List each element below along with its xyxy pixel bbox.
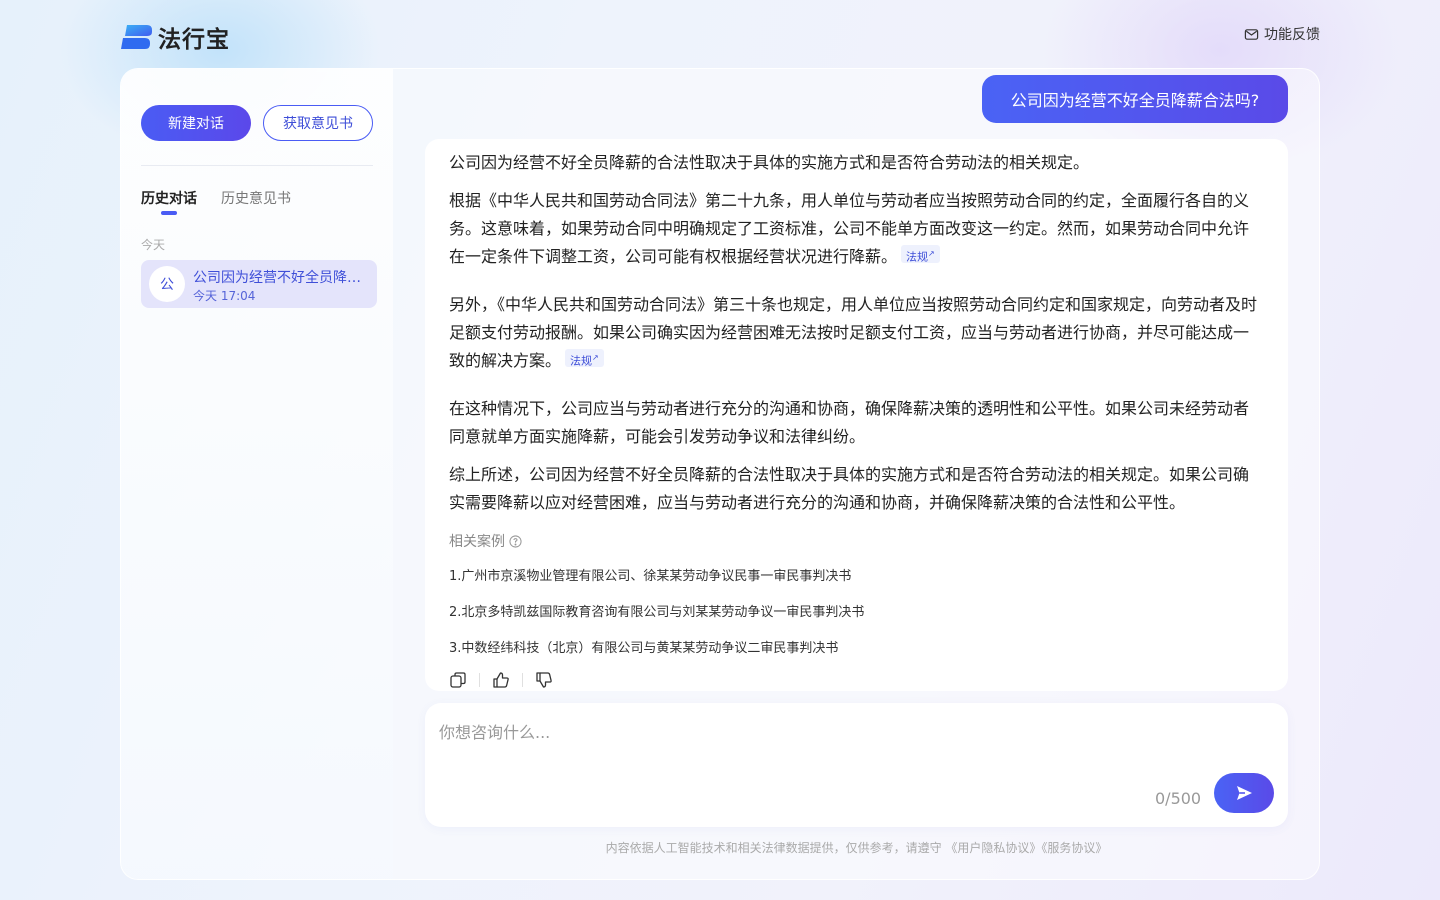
logo-icon [121, 25, 152, 49]
answer-paragraph: 综上所述，公司因为经营不好全员降薪的合法性取决于具体的实施方式和是否符合劳动法的… [449, 465, 1250, 512]
message-input-box: 0/500 [425, 703, 1288, 827]
law-reference-tag[interactable]: 法规↗ [901, 245, 940, 264]
answer-text: 根据《中华人民共和国劳动合同法》第二十九条，用人单位与劳动者应当按照劳动合同的约… [449, 191, 1250, 266]
feedback-label: 功能反馈 [1264, 27, 1320, 43]
get-opinion-button[interactable]: 获取意见书 [263, 105, 373, 141]
mail-icon [1244, 28, 1259, 40]
main-panel: 新建对话 获取意见书 历史对话 历史意见书 今天 公 公司因为经营不好全员降薪合… [120, 68, 1320, 880]
external-link-icon: ↗ [928, 249, 935, 259]
tab-history-chats[interactable]: 历史对话 [141, 188, 197, 208]
answer-actions [449, 671, 553, 689]
thumbs-down-icon[interactable] [535, 671, 553, 689]
history-item-title: 公司因为经营不好全员降薪合法吗? [193, 270, 369, 286]
feedback-button[interactable]: 功能反馈 [1244, 24, 1320, 44]
disclaimer-text: 内容依据人工智能技术和相关法律数据提供，仅供参考，请遵守 [605, 841, 942, 855]
assistant-answer: 公司因为经营不好全员降薪的合法性取决于具体的实施方式和是否符合劳动法的相关规定。… [425, 139, 1288, 691]
answer-paragraph: 公司因为经营不好全员降薪的合法性取决于具体的实施方式和是否符合劳动法的相关规定。 [449, 153, 1090, 172]
case-link[interactable]: 3.中数经纬科技（北京）有限公司与黄某某劳动争议二审民事判决书 [449, 637, 838, 656]
brand-name: 法行宝 [158, 27, 230, 53]
divider [522, 673, 523, 687]
copy-icon[interactable] [449, 671, 467, 689]
history-item-time: 今天 17:04 [193, 289, 256, 303]
brand-logo[interactable]: 法行宝 [121, 20, 230, 54]
answer-paragraph: 根据《中华人民共和国劳动合同法》第二十九条，用人单位与劳动者应当按照劳动合同的约… [449, 187, 1264, 271]
divider [479, 673, 480, 687]
privacy-policy-link[interactable]: 《用户隐私协议》 [945, 841, 1041, 855]
user-message: 公司因为经营不好全员降薪合法吗? [982, 75, 1288, 123]
answer-paragraph: 另外，《中华人民共和国劳动合同法》第三十条也规定，用人单位应当按照劳动合同约定和… [449, 291, 1264, 375]
disclaimer: 内容依据人工智能技术和相关法律数据提供，仅供参考，请遵守 《用户隐私协议》《服务… [425, 839, 1288, 856]
law-reference-tag[interactable]: 法规↗ [565, 349, 604, 368]
char-counter: 0/500 [1155, 789, 1202, 808]
law-tag-label: 法规 [906, 251, 929, 264]
new-chat-button[interactable]: 新建对话 [141, 105, 251, 141]
related-cases-title: 相关案例 [449, 534, 505, 550]
law-tag-label: 法规 [570, 355, 593, 368]
sidebar: 新建对话 获取意见书 历史对话 历史意见书 今天 公 公司因为经营不好全员降薪合… [121, 69, 393, 879]
tab-history-opinions[interactable]: 历史意见书 [221, 188, 291, 208]
case-link[interactable]: 2.北京多特凯兹国际教育咨询有限公司与刘某某劳动争议一审民事判决书 [449, 601, 864, 620]
send-icon [1237, 786, 1252, 800]
case-link[interactable]: 1.广州市京溪物业管理有限公司、徐某某劳动争议民事一审民事判决书 [449, 565, 851, 584]
history-item[interactable]: 公 公司因为经营不好全员降薪合法吗? 今天 17:04 [141, 260, 377, 308]
sidebar-divider [141, 165, 373, 166]
service-agreement-link[interactable]: 《服务协议》 [1041, 841, 1107, 855]
answer-body: 公司因为经营不好全员降薪的合法性取决于具体的实施方式和是否符合劳动法的相关规定。… [449, 139, 1264, 517]
active-tab-indicator [161, 211, 177, 215]
send-button[interactable] [1214, 773, 1274, 813]
avatar: 公 [149, 266, 185, 302]
external-link-icon: ↗ [592, 353, 599, 363]
related-cases-header: 相关案例 [449, 531, 522, 551]
answer-paragraph: 在这种情况下，公司应当与劳动者进行充分的沟通和协商，确保降薪决策的透明性和公平性… [449, 399, 1250, 446]
history-group-label: 今天 [141, 238, 166, 252]
help-icon[interactable] [509, 534, 522, 548]
thumbs-up-icon[interactable] [492, 671, 510, 689]
message-input[interactable] [439, 719, 1269, 779]
